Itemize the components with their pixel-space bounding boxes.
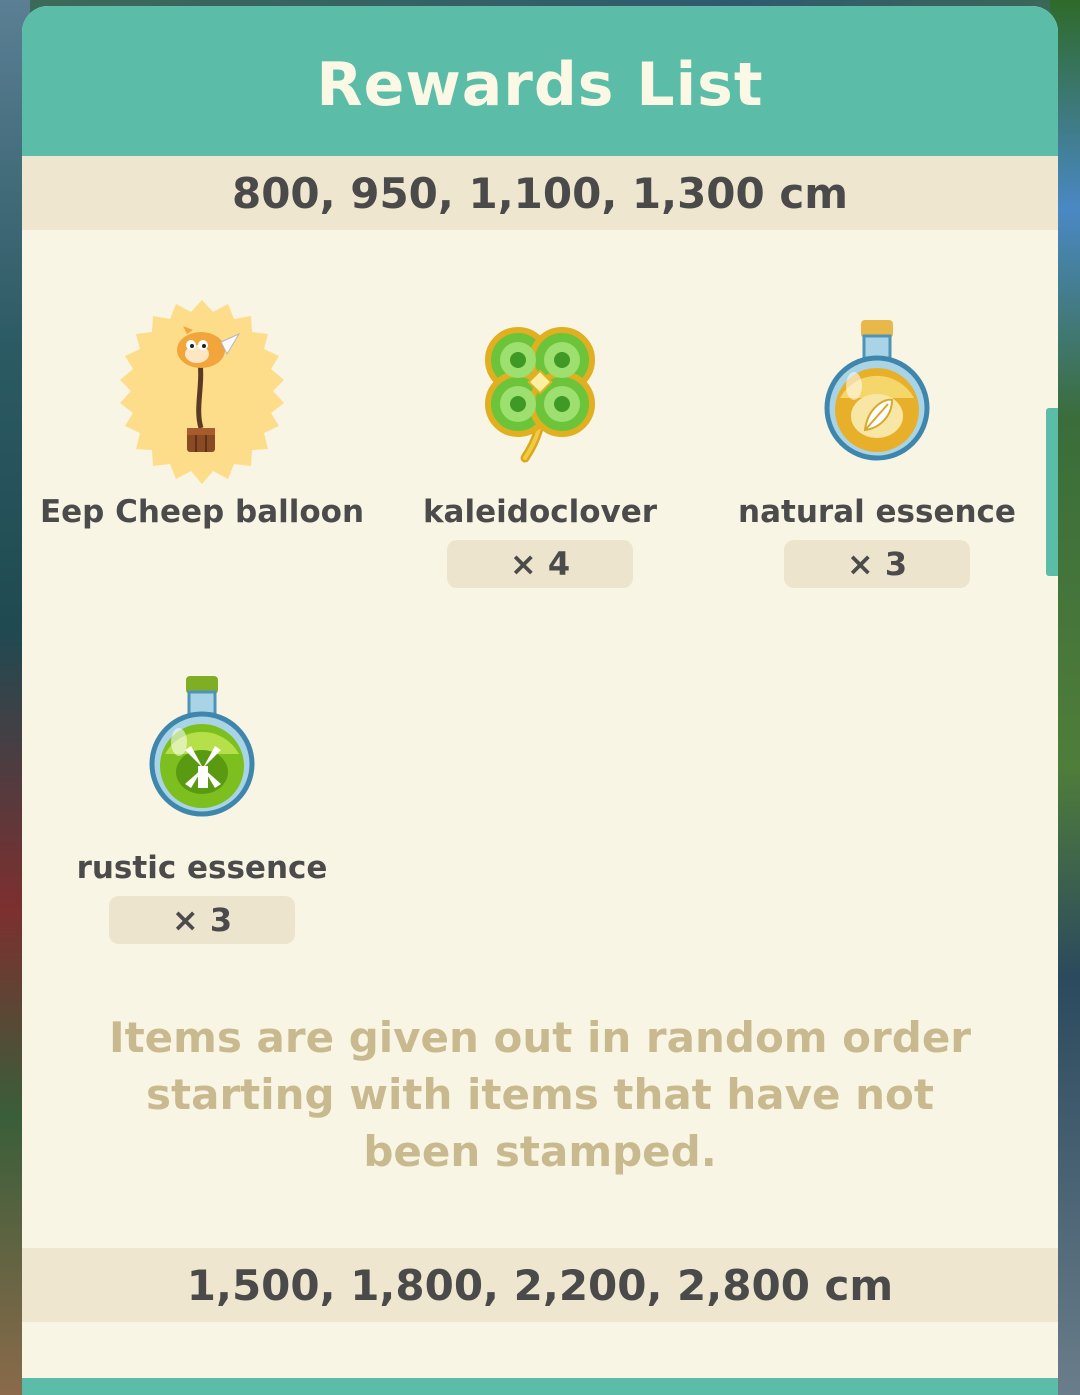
note-line: Items are given out in random order <box>108 1013 972 1062</box>
reward-order-note: Items are given out in random order star… <box>22 1009 1058 1180</box>
tier-distance-band: 1,500, 1,800, 2,200, 2,800 cm <box>22 1248 1058 1322</box>
next-section-header <box>22 1378 1058 1395</box>
reward-item-eep-cheep-balloon[interactable]: Eep Cheep balloon <box>39 298 365 588</box>
leaf-potion-icon <box>782 298 972 488</box>
reward-name: Eep Cheep balloon <box>39 494 365 530</box>
reward-quantity: × 3 <box>784 540 970 588</box>
note-line: been stamped. <box>363 1127 717 1176</box>
eep-cheep-balloon-icon <box>107 298 297 488</box>
note-line: starting with items that have not <box>146 1070 934 1119</box>
reward-name: kaleidoclover <box>422 494 658 530</box>
windmill-potion-icon <box>107 654 297 844</box>
reward-item-rustic-essence[interactable]: rustic essence × 3 <box>42 654 362 944</box>
reward-name: natural essence <box>738 494 1016 530</box>
four-leaf-clover-icon <box>445 298 635 488</box>
reward-quantity: × 4 <box>447 540 633 588</box>
tier-distance-band: 800, 950, 1,100, 1,300 cm <box>22 156 1058 230</box>
reward-name: rustic essence <box>76 850 328 886</box>
reward-item-natural-essence[interactable]: natural essence × 3 <box>717 298 1037 588</box>
reward-quantity: × 3 <box>109 896 295 944</box>
rewards-list-panel: Rewards List 800, 950, 1,100, 1,300 cm E… <box>22 6 1058 1395</box>
reward-item-kaleidoclover[interactable]: kaleidoclover × 4 <box>380 298 700 588</box>
panel-title: Rewards List <box>316 50 764 120</box>
panel-header: Rewards List <box>22 6 1058 156</box>
scrollbar-thumb[interactable] <box>1046 408 1058 576</box>
